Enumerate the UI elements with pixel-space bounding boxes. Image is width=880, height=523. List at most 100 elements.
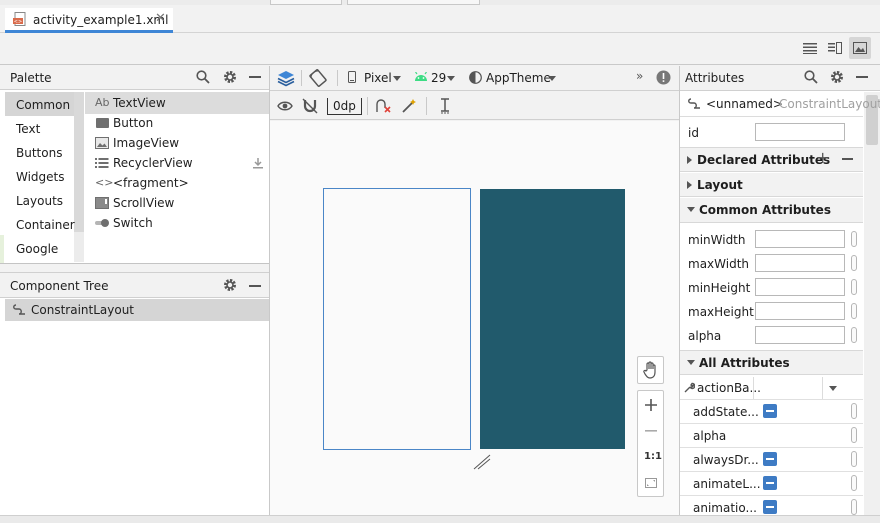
remove-attribute-icon[interactable] bbox=[842, 158, 853, 160]
attributes-title: Attributes bbox=[685, 71, 745, 85]
palette-category-google[interactable]: Google bbox=[16, 242, 58, 256]
minimize-icon[interactable] bbox=[856, 76, 868, 78]
palette-category-text[interactable]: Text bbox=[16, 122, 40, 136]
design-view-icon[interactable] bbox=[849, 37, 871, 59]
attr-label-alpha: alpha bbox=[688, 329, 722, 343]
collapse-icon[interactable] bbox=[687, 360, 695, 365]
attributes-scrollbar[interactable] bbox=[864, 92, 880, 515]
design-surface[interactable] bbox=[323, 188, 471, 450]
attr-field-maxwidth[interactable] bbox=[755, 254, 845, 272]
resource-picker[interactable] bbox=[851, 403, 857, 419]
collapse-icon[interactable] bbox=[687, 207, 695, 212]
palette-item-button[interactable]: Button bbox=[113, 116, 153, 130]
baseline-icon[interactable] bbox=[436, 97, 454, 115]
row-divider bbox=[680, 495, 863, 496]
theme-selector[interactable]: AppTheme bbox=[486, 71, 551, 85]
palette-item-textview[interactable]: TextView bbox=[113, 96, 166, 110]
id-field[interactable] bbox=[755, 123, 845, 141]
expand-icon[interactable] bbox=[687, 181, 692, 189]
warning-icon[interactable] bbox=[655, 69, 671, 85]
gear-icon[interactable] bbox=[829, 69, 845, 85]
layers-icon[interactable] bbox=[276, 68, 296, 88]
zoom-actual-size-button[interactable]: 1:1 bbox=[644, 451, 662, 462]
api-dropdown-icon[interactable] bbox=[447, 76, 455, 81]
attr-field-maxheight[interactable] bbox=[755, 302, 845, 320]
search-icon[interactable] bbox=[803, 69, 819, 85]
cell-divider bbox=[822, 377, 823, 399]
editor-tab[interactable]: <> activity_example1.xml ✕ bbox=[5, 8, 173, 33]
attr-field-minwidth[interactable] bbox=[755, 230, 845, 248]
all-attr-label-alpha: alpha bbox=[693, 429, 727, 443]
clear-constraints-icon[interactable] bbox=[374, 97, 392, 115]
palette-item-recyclerview[interactable]: RecyclerView bbox=[113, 156, 193, 170]
recyclerview-icon bbox=[95, 157, 109, 169]
palette-category-widgets[interactable]: Widgets bbox=[16, 170, 65, 184]
default-margin-value[interactable]: 0dp bbox=[333, 99, 356, 113]
resize-handle-icon[interactable] bbox=[471, 451, 493, 471]
add-attribute-icon[interactable]: + bbox=[816, 148, 829, 167]
palette-item-switch[interactable]: Switch bbox=[113, 216, 153, 230]
palette-item-imageview[interactable]: ImageView bbox=[113, 136, 179, 150]
download-icon[interactable] bbox=[251, 156, 265, 170]
minimize-icon[interactable] bbox=[249, 76, 261, 78]
resource-picker[interactable] bbox=[851, 327, 857, 343]
layout-title: Layout bbox=[697, 178, 743, 192]
all-attr-label-actionbar: actionBa... bbox=[697, 381, 761, 395]
resource-picker[interactable] bbox=[851, 451, 857, 467]
code-view-icon[interactable] bbox=[801, 39, 819, 57]
resource-picker[interactable] bbox=[851, 499, 857, 515]
svg-text:<>: <> bbox=[14, 19, 22, 25]
resource-picker[interactable] bbox=[851, 303, 857, 319]
declared-attributes-title: Declared Attributes bbox=[697, 153, 831, 167]
orientation-icon[interactable] bbox=[308, 68, 328, 88]
theme-dropdown-icon[interactable] bbox=[548, 76, 556, 81]
zoom-in-icon[interactable] bbox=[642, 396, 660, 414]
palette-category-scroll-thumb[interactable] bbox=[74, 92, 84, 232]
all-attr-label-alwaysdraw: alwaysDr... bbox=[693, 453, 759, 467]
eye-icon[interactable] bbox=[276, 98, 294, 114]
split-view-icon[interactable] bbox=[826, 39, 844, 57]
overflow-icon[interactable]: » bbox=[636, 69, 643, 83]
device-dropdown-icon[interactable] bbox=[393, 76, 401, 81]
remove-value-icon[interactable] bbox=[763, 404, 777, 418]
palette-item-scrollview[interactable]: ScrollView bbox=[113, 196, 174, 210]
palette-category-layouts[interactable]: Layouts bbox=[16, 194, 63, 208]
gear-icon[interactable] bbox=[222, 277, 238, 293]
resource-picker[interactable] bbox=[851, 255, 857, 271]
row-divider bbox=[680, 423, 863, 424]
palette-category-common[interactable]: Common bbox=[16, 98, 70, 112]
zoom-to-fit-icon[interactable] bbox=[642, 474, 660, 492]
toolbar-separator bbox=[426, 97, 427, 115]
palette-category-container[interactable]: Container bbox=[16, 218, 75, 232]
device-selector[interactable]: Pixel bbox=[364, 71, 392, 85]
row-divider bbox=[680, 447, 863, 448]
remove-value-icon[interactable] bbox=[763, 500, 777, 514]
cell-divider bbox=[753, 377, 754, 399]
bottom-status-strip bbox=[0, 515, 880, 523]
attr-field-minheight[interactable] bbox=[755, 278, 845, 296]
resource-picker[interactable] bbox=[851, 427, 857, 443]
palette-item-fragment[interactable]: <fragment> bbox=[113, 176, 189, 190]
close-tab-icon[interactable]: ✕ bbox=[155, 11, 166, 26]
selected-component-type: ConstraintLayout bbox=[779, 97, 880, 111]
panel-divider[interactable] bbox=[0, 263, 269, 264]
palette-category-buttons[interactable]: Buttons bbox=[16, 146, 62, 160]
remove-value-icon[interactable] bbox=[763, 452, 777, 466]
tree-item-constraintlayout[interactable]: ConstraintLayout bbox=[31, 303, 134, 317]
gear-icon[interactable] bbox=[222, 69, 238, 85]
magnet-icon[interactable] bbox=[301, 97, 319, 115]
zoom-out-icon[interactable] bbox=[642, 422, 660, 440]
resource-picker[interactable] bbox=[851, 475, 857, 491]
api-level-selector[interactable]: 29 bbox=[431, 71, 446, 85]
remove-value-icon[interactable] bbox=[763, 476, 777, 490]
expand-icon[interactable] bbox=[687, 156, 692, 164]
dropdown-icon[interactable] bbox=[829, 386, 837, 391]
minimize-icon[interactable] bbox=[249, 285, 261, 287]
resource-picker[interactable] bbox=[851, 231, 857, 247]
attr-field-alpha[interactable] bbox=[755, 326, 845, 344]
infer-constraints-icon[interactable] bbox=[400, 97, 418, 115]
resource-picker[interactable] bbox=[851, 279, 857, 295]
tab-filename: activity_example1.xml bbox=[33, 13, 169, 27]
blueprint-surface[interactable] bbox=[480, 189, 625, 449]
search-icon[interactable] bbox=[195, 69, 211, 85]
